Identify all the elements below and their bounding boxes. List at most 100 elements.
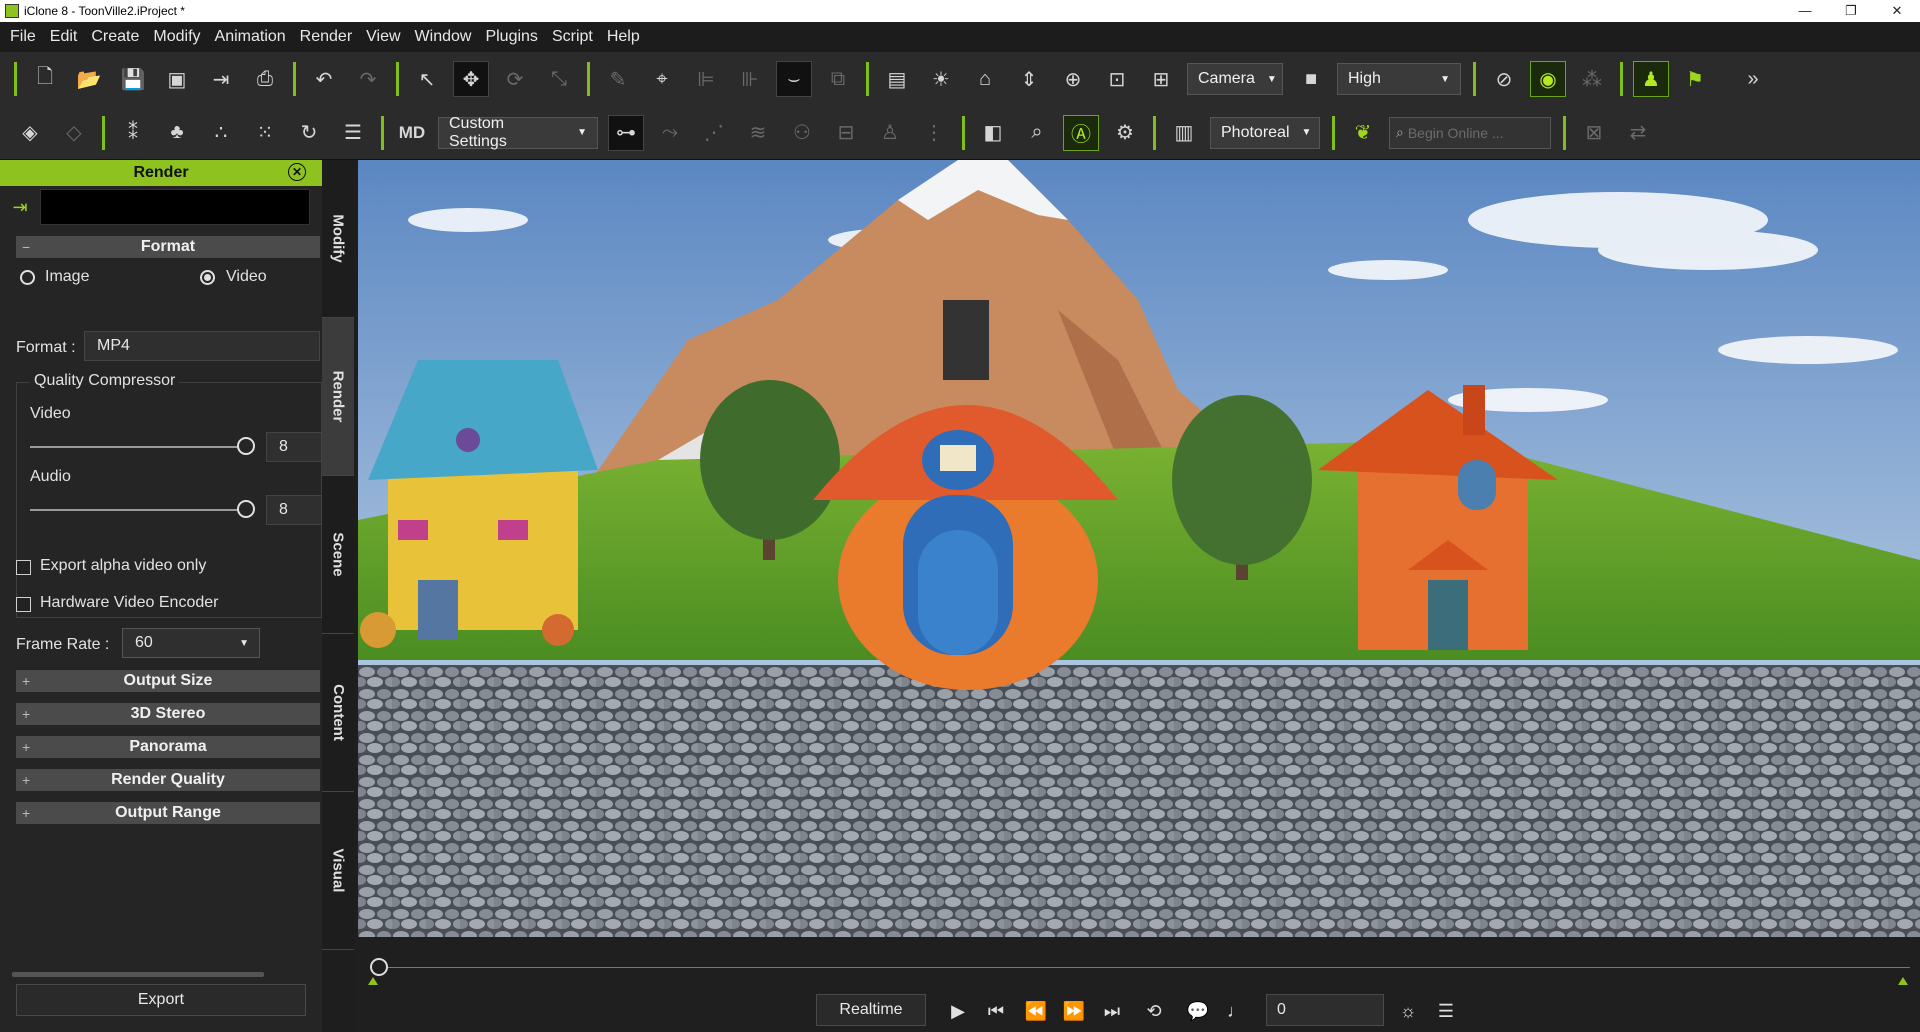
preview-icon[interactable]: ▣ bbox=[159, 61, 195, 97]
people-icon[interactable]: ⚇ bbox=[784, 115, 820, 151]
realtime-button[interactable]: Realtime bbox=[816, 994, 926, 1026]
menu-create[interactable]: Create bbox=[91, 28, 149, 46]
image-radio[interactable] bbox=[20, 270, 35, 285]
render-mode-dropdown[interactable]: Photoreal ▼ bbox=[1210, 116, 1320, 149]
audio-quality-value[interactable]: 8 bbox=[266, 495, 322, 525]
motion-director-icon[interactable]: MD bbox=[394, 115, 430, 151]
current-frame-input[interactable]: 0 bbox=[1266, 994, 1384, 1026]
export-icon[interactable]: ⇥ bbox=[203, 61, 239, 97]
new-file-icon[interactable]: 🗋 bbox=[27, 61, 63, 97]
physics-icon[interactable]: ⊘ bbox=[1486, 61, 1522, 97]
waypoint-icon[interactable]: ⋰ bbox=[696, 115, 732, 151]
crowd-icon[interactable]: ⁑ bbox=[115, 115, 151, 151]
auto-render-icon[interactable]: Ⓐ bbox=[1063, 114, 1099, 151]
timeline-track[interactable] bbox=[378, 967, 1910, 968]
edit-pen-icon[interactable]: ✎ bbox=[600, 61, 636, 97]
viewport-layout-icon[interactable]: ▤ bbox=[879, 61, 915, 97]
menu-animation[interactable]: Animation bbox=[215, 28, 296, 46]
exit-icon[interactable]: ⇥ bbox=[0, 197, 40, 218]
box-icon[interactable]: ⊟ bbox=[828, 115, 864, 151]
play-icon[interactable]: ▶ bbox=[944, 997, 972, 1025]
timeline-playhead[interactable] bbox=[370, 958, 388, 976]
previous-frame-icon[interactable]: ⏪ bbox=[1022, 997, 1050, 1025]
timeline-menu-icon[interactable]: ☰ bbox=[1432, 997, 1460, 1025]
loop-icon[interactable]: ⟲ bbox=[1140, 997, 1168, 1025]
tab-visual[interactable]: Visual bbox=[322, 792, 354, 950]
scale-tool-icon[interactable]: ⤡ bbox=[541, 61, 577, 97]
reach-target-icon[interactable]: ◇ bbox=[56, 115, 92, 151]
refresh-icon[interactable]: ↻ bbox=[291, 115, 327, 151]
tab-content[interactable]: Content bbox=[322, 634, 354, 792]
transfer-icon[interactable]: ⇄ bbox=[1620, 115, 1656, 151]
menu-help[interactable]: Help bbox=[607, 28, 650, 46]
frame-rate-select[interactable]: 60 ▼ bbox=[122, 628, 260, 658]
open-folder-icon[interactable]: 📂 bbox=[71, 61, 107, 97]
sun-settings-icon[interactable]: ☼ bbox=[1394, 997, 1422, 1025]
stack-icon[interactable]: ≋ bbox=[740, 115, 776, 151]
settings-sliders-icon[interactable]: ☰ bbox=[335, 115, 371, 151]
link-nodes-icon[interactable]: ⁂ bbox=[1574, 61, 1610, 97]
tab-scene[interactable]: Scene bbox=[322, 476, 354, 634]
menu-file[interactable]: File bbox=[10, 28, 46, 46]
render-settings-icon[interactable]: ▥ bbox=[1166, 115, 1202, 151]
menu-modify[interactable]: Modify bbox=[153, 28, 210, 46]
export-alpha-checkbox[interactable] bbox=[16, 560, 31, 575]
audio-quality-slider[interactable] bbox=[237, 500, 255, 518]
minimize-button[interactable]: — bbox=[1782, 3, 1828, 19]
gamepad-icon[interactable]: ⊶ bbox=[608, 114, 644, 151]
video-quality-value[interactable]: 8 bbox=[266, 432, 322, 462]
format-field[interactable]: MP4 bbox=[84, 331, 320, 361]
focus-object-icon[interactable]: ⊡ bbox=[1099, 61, 1135, 97]
hw-encoder-checkbox[interactable] bbox=[16, 597, 31, 612]
output-size-section[interactable]: + Output Size bbox=[16, 670, 320, 692]
panorama-section[interactable]: + Panorama bbox=[16, 736, 320, 758]
render-quality-section[interactable]: + Render Quality bbox=[16, 769, 320, 791]
search-online-input[interactable]: ⌕ Begin Online ... bbox=[1389, 116, 1551, 149]
preset-field[interactable] bbox=[40, 189, 310, 225]
group-icon[interactable]: ♣ bbox=[159, 115, 195, 151]
menu-edit[interactable]: Edit bbox=[50, 28, 88, 46]
format-section-header[interactable]: − Format bbox=[16, 236, 320, 258]
light-icon[interactable]: ☀ bbox=[923, 61, 959, 97]
export-button[interactable]: Export bbox=[16, 984, 306, 1016]
close-panel-icon[interactable]: ✕ bbox=[288, 163, 306, 181]
skip-to-start-icon[interactable]: ⏮ bbox=[982, 997, 1010, 1025]
home-view-icon[interactable]: ⌂ bbox=[967, 61, 1003, 97]
animation-layer-icon[interactable]: ◈ bbox=[12, 115, 48, 151]
timeline-start-marker[interactable] bbox=[368, 977, 378, 985]
rotate-tool-icon[interactable]: ⟳ bbox=[497, 61, 533, 97]
tab-render[interactable]: Render bbox=[322, 318, 354, 476]
align-left-icon[interactable]: ⊫ bbox=[688, 61, 724, 97]
custom-settings-dropdown[interactable]: Custom Settings ▼ bbox=[438, 115, 598, 150]
search-render-icon[interactable]: ⌕ bbox=[1019, 115, 1055, 151]
fit-all-icon[interactable]: ⊕ bbox=[1055, 61, 1091, 97]
grid-dots-icon[interactable]: ⁙ bbox=[247, 115, 283, 151]
maximize-button[interactable]: ❐ bbox=[1828, 3, 1874, 19]
adjust-icon[interactable]: ⚙ bbox=[1107, 115, 1143, 151]
scatter-icon[interactable]: ∴ bbox=[203, 115, 239, 151]
video-radio[interactable] bbox=[200, 270, 215, 285]
undo-icon[interactable]: ↶ bbox=[306, 61, 342, 97]
menu-window[interactable]: Window bbox=[415, 28, 482, 46]
fit-vertical-icon[interactable]: ⇕ bbox=[1011, 61, 1047, 97]
camera-dropdown[interactable]: Camera ▼ bbox=[1187, 63, 1283, 95]
compare-icon[interactable]: ⊠ bbox=[1576, 115, 1612, 151]
next-frame-icon[interactable]: ⏩ bbox=[1060, 997, 1088, 1025]
3d-viewport[interactable] bbox=[358, 160, 1920, 937]
redo-icon[interactable]: ↷ bbox=[350, 61, 386, 97]
menu-render[interactable]: Render bbox=[300, 28, 362, 46]
tab-modify[interactable]: Modify bbox=[322, 160, 354, 318]
frame-selected-icon[interactable]: ⊞ bbox=[1143, 61, 1179, 97]
motion-capture-icon[interactable]: ♟ bbox=[1633, 61, 1669, 97]
quality-dropdown[interactable]: High ▼ bbox=[1337, 63, 1461, 95]
menu-view[interactable]: View bbox=[366, 28, 410, 46]
usd-export-icon[interactable]: ⎙ bbox=[247, 61, 283, 97]
menu-script[interactable]: Script bbox=[552, 28, 603, 46]
save-icon[interactable]: 💾 bbox=[115, 61, 151, 97]
figure-icon[interactable]: ♙ bbox=[872, 115, 908, 151]
subtitle-icon[interactable]: 💬 bbox=[1184, 997, 1212, 1025]
flag-icon[interactable]: ⚑ bbox=[1677, 61, 1713, 97]
skip-to-end-icon[interactable]: ⏭ bbox=[1098, 997, 1126, 1025]
path-icon[interactable]: ⤳ bbox=[652, 115, 688, 151]
cube-render-icon[interactable]: ◧ bbox=[975, 115, 1011, 151]
